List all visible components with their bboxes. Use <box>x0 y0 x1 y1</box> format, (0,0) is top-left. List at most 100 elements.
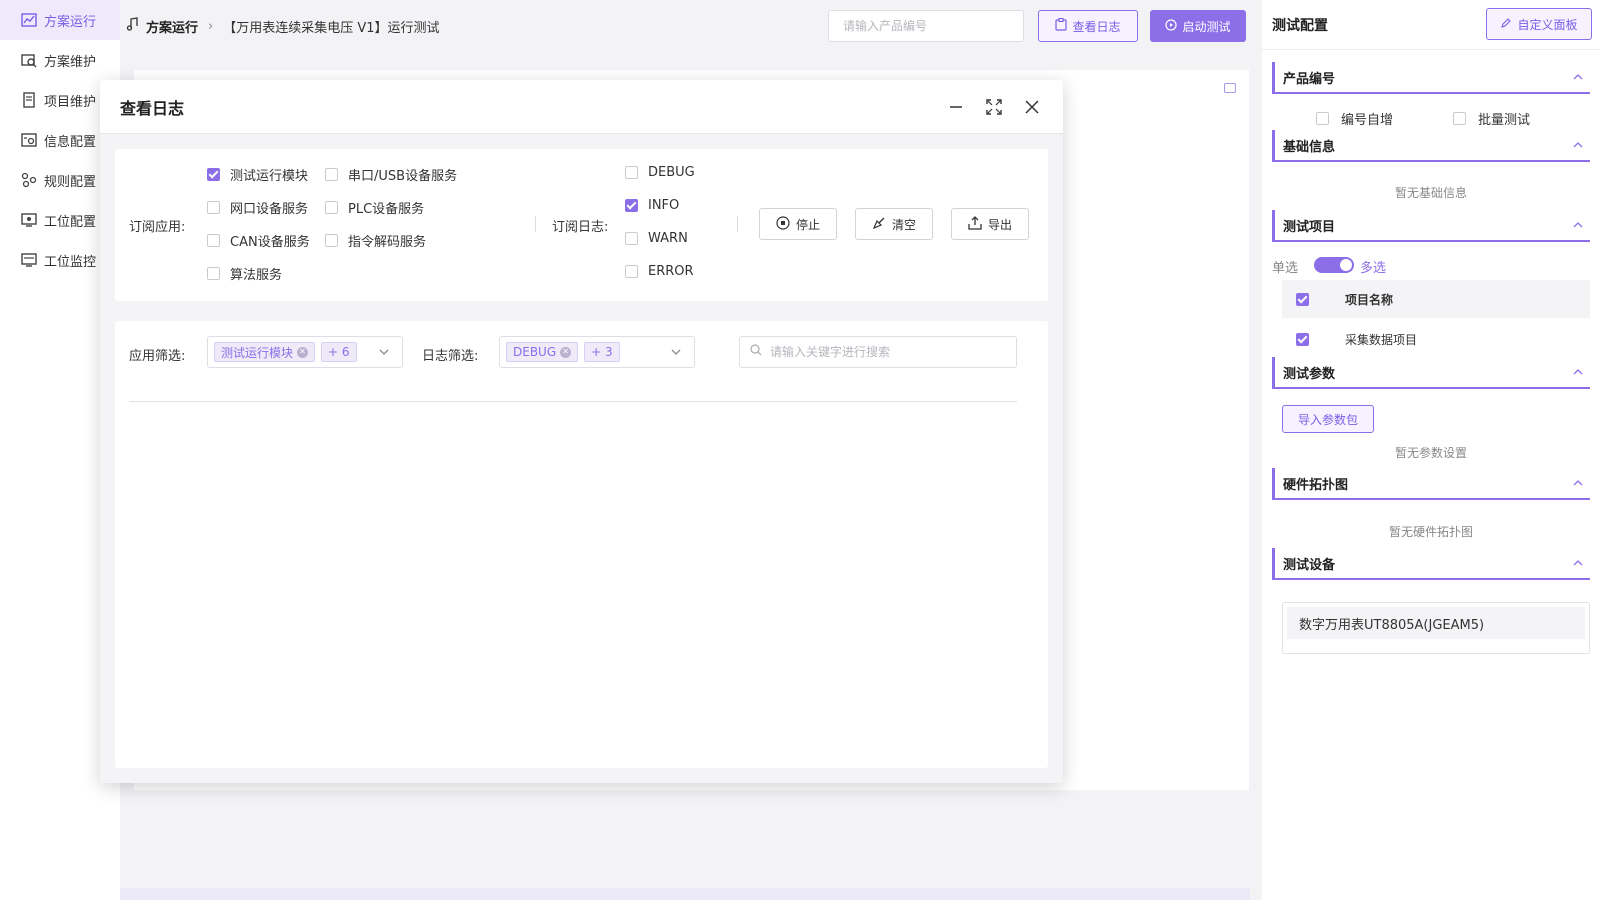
log-filter-select[interactable]: DEBUG ✕ + 3 <box>499 336 695 368</box>
checkbox[interactable] <box>207 201 220 214</box>
log-output-card: 应用筛选: 测试运行模块 ✕ + 6 日志筛选: DEBUG ✕ + 3 <box>115 321 1048 768</box>
app-checkbox-decoder[interactable]: 指令解码服务 <box>325 231 426 250</box>
sidebar-item-label: 信息配置 <box>44 134 97 150</box>
sidebar-item-label: 工位配置 <box>44 214 97 230</box>
checkbox[interactable] <box>207 267 220 280</box>
select-all-checkbox[interactable] <box>1296 292 1309 306</box>
tag-remove-icon[interactable]: ✕ <box>560 346 572 358</box>
device-item[interactable]: 数字万用表UT8805A(JGEAM5) <box>1287 607 1585 639</box>
select-mode-toggle[interactable] <box>1314 257 1354 273</box>
fullscreen-icon[interactable] <box>985 98 1003 116</box>
checkbox[interactable] <box>625 166 638 179</box>
export-button[interactable]: 导出 <box>951 208 1029 240</box>
checkbox[interactable] <box>325 168 338 181</box>
stop-icon <box>776 215 790 233</box>
nodes-icon <box>20 171 38 189</box>
level-checkbox-warn[interactable]: WARN <box>625 231 688 246</box>
breadcrumb-root[interactable]: 方案运行 <box>146 17 198 36</box>
checkbox[interactable] <box>625 199 638 212</box>
app-label: 串口/USB设备服务 <box>348 169 458 184</box>
stop-button[interactable]: 停止 <box>759 208 837 240</box>
breadcrumb: 方案运行 › 【万用表连续采集电压 V1】运行测试 <box>126 17 440 36</box>
checkbox[interactable] <box>207 168 220 181</box>
item-checkbox[interactable] <box>1296 332 1309 346</box>
section-test-params[interactable]: 测试参数 <box>1272 357 1590 389</box>
level-checkbox-debug[interactable]: DEBUG <box>625 165 695 180</box>
app-filter-select[interactable]: 测试运行模块 ✕ + 6 <box>207 336 403 368</box>
custom-panel-button[interactable]: 自定义面板 <box>1486 8 1592 40</box>
product-number-input[interactable] <box>828 10 1024 42</box>
start-test-button[interactable]: 启动测试 <box>1150 10 1246 42</box>
keyword-search[interactable] <box>739 336 1017 368</box>
search-icon <box>750 344 762 360</box>
checkbox[interactable] <box>325 201 338 214</box>
app-label: 指令解码服务 <box>348 235 427 250</box>
section-test-devices[interactable]: 测试设备 <box>1272 548 1590 580</box>
checkbox[interactable] <box>1316 112 1329 125</box>
log-filter-tag: DEBUG ✕ <box>506 342 579 362</box>
chevron-up-icon <box>1572 366 1584 382</box>
checkbox[interactable] <box>207 234 220 247</box>
chevron-right-icon: › <box>208 18 214 34</box>
section-title: 测试参数 <box>1283 366 1336 382</box>
section-test-items[interactable]: 测试项目 <box>1272 210 1590 242</box>
section-basic-info[interactable]: 基础信息 <box>1272 130 1590 162</box>
chevron-up-icon <box>1572 71 1584 87</box>
chevron-up-icon <box>1572 557 1584 573</box>
app-checkbox-can[interactable]: CAN设备服务 <box>207 231 310 250</box>
subscribe-log-label: 订阅日志: <box>552 220 609 235</box>
stop-label: 停止 <box>795 217 820 232</box>
sidebar-item-plan-run[interactable]: 方案运行 <box>0 0 120 40</box>
close-icon[interactable] <box>1023 98 1041 116</box>
chevron-down-icon <box>378 346 390 362</box>
test-item-row[interactable]: 采集数据项目 <box>1282 320 1590 358</box>
section-title: 硬件拓扑图 <box>1283 477 1349 493</box>
dialog-header: 查看日志 <box>100 80 1063 134</box>
subscribe-app-label: 订阅应用: <box>129 220 186 235</box>
section-product-number[interactable]: 产品编号 <box>1272 62 1590 94</box>
app-checkbox-test-run[interactable]: 测试运行模块 <box>207 165 308 184</box>
checkbox[interactable] <box>325 234 338 247</box>
log-output-area[interactable] <box>129 403 1017 753</box>
log-filter-more: + 3 <box>584 342 620 362</box>
panel-title: 测试配置 <box>1272 17 1328 34</box>
page-header: 方案运行 › 【万用表连续采集电压 V1】运行测试 查看日志 启动测试 <box>120 0 1250 52</box>
app-filter-tag: 测试运行模块 ✕ <box>214 342 316 362</box>
checkbox[interactable] <box>625 232 638 245</box>
tag-remove-icon[interactable]: ✕ <box>297 346 309 358</box>
app-checkbox-algorithm[interactable]: 算法服务 <box>207 264 282 283</box>
checkbox[interactable] <box>625 265 638 278</box>
section-title: 基础信息 <box>1283 139 1336 155</box>
basic-info-empty: 暂无基础信息 <box>1394 186 1467 200</box>
auto-increment-label: 编号自增 <box>1341 113 1394 128</box>
log-filter-label: 日志筛选: <box>422 349 479 364</box>
panel-toggle-icon[interactable] <box>1224 83 1236 93</box>
sidebar-item-label: 项目维护 <box>44 94 97 110</box>
level-checkbox-error[interactable]: ERROR <box>625 264 694 279</box>
broom-icon <box>872 216 886 233</box>
auto-increment-checkbox[interactable]: 编号自增 <box>1316 109 1393 128</box>
app-checkbox-serial-usb[interactable]: 串口/USB设备服务 <box>325 165 457 184</box>
app-label: CAN设备服务 <box>230 235 310 250</box>
section-hardware-topology[interactable]: 硬件拓扑图 <box>1272 468 1590 500</box>
app-checkbox-network[interactable]: 网口设备服务 <box>207 198 308 217</box>
app-filter-label: 应用筛选: <box>129 349 186 364</box>
dialog-tools <box>947 80 1041 134</box>
keyword-search-input[interactable] <box>770 345 990 359</box>
divider <box>129 401 1017 402</box>
sidebar-item-plan-maintain[interactable]: 方案维护 <box>0 40 120 80</box>
document-icon <box>20 91 38 109</box>
minimize-icon[interactable] <box>947 98 965 116</box>
clear-button[interactable]: 清空 <box>855 208 933 240</box>
import-params-button[interactable]: 导入参数包 <box>1282 405 1374 433</box>
app-label: 测试运行模块 <box>230 169 309 184</box>
level-checkbox-info[interactable]: INFO <box>625 198 679 213</box>
batch-test-checkbox[interactable]: 批量测试 <box>1453 109 1530 128</box>
app-filter-more: + 6 <box>321 342 357 362</box>
chevron-up-icon <box>1572 139 1584 155</box>
view-log-button[interactable]: 查看日志 <box>1038 10 1138 42</box>
checkbox[interactable] <box>1453 112 1466 125</box>
breadcrumb-current: 【万用表连续采集电压 V1】运行测试 <box>223 20 440 36</box>
app-label: PLC设备服务 <box>348 202 425 217</box>
app-checkbox-plc[interactable]: PLC设备服务 <box>325 198 424 217</box>
